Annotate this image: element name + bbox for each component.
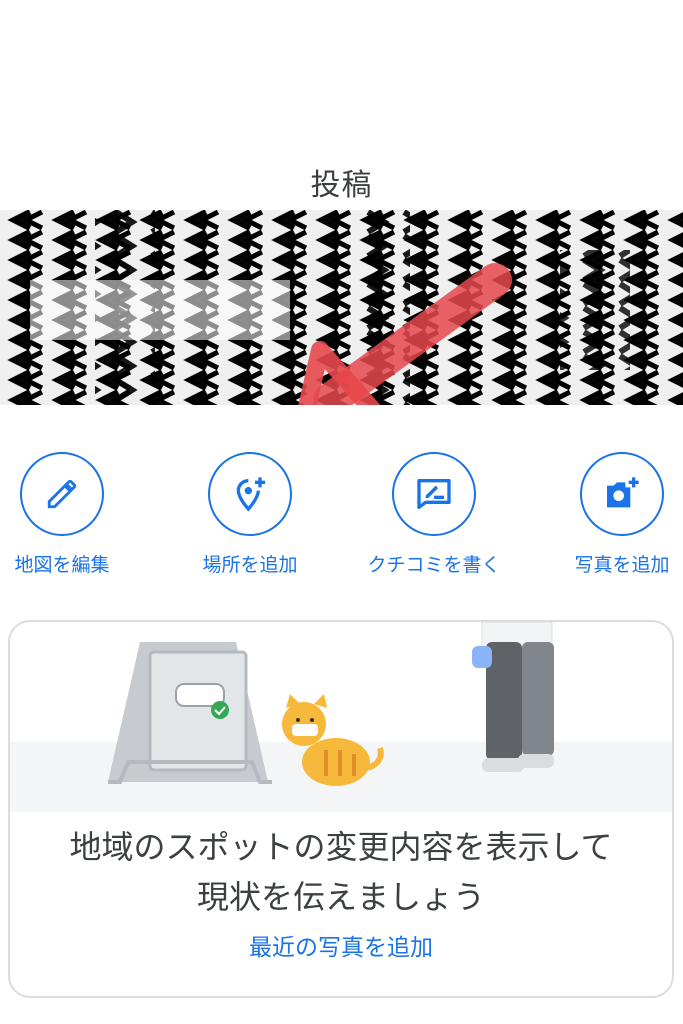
redacted-pattern-band bbox=[0, 210, 683, 405]
edit-map-button[interactable]: 地図を編集 bbox=[0, 452, 132, 577]
add-recent-photos-link[interactable]: 最近の写真を追加 bbox=[10, 928, 672, 962]
storefront-illustration bbox=[10, 622, 672, 812]
add-photo-label: 写真を追加 bbox=[574, 554, 670, 576]
add-location-icon bbox=[208, 452, 292, 536]
edit-map-label: 地図を編集 bbox=[14, 554, 110, 576]
add-photo-icon bbox=[580, 452, 664, 536]
action-row: 地図を編集 場所を追加 クチコミを書く 写真を追加 bbox=[0, 452, 683, 582]
message-line-2: 現状を伝えましょう bbox=[196, 878, 485, 916]
suggestion-message: 地域のスポットの変更内容を表示して 現状を伝えましょう bbox=[10, 822, 672, 922]
suggestion-card: 地域のスポットの変更内容を表示して 現状を伝えましょう 最近の写真を追加 bbox=[8, 620, 674, 998]
pencil-icon bbox=[20, 452, 104, 536]
write-review-label: クチコミを書く bbox=[367, 554, 501, 576]
write-review-button[interactable]: クチコミを書く bbox=[364, 452, 504, 577]
add-place-label: 場所を追加 bbox=[202, 554, 298, 576]
message-line-1: 地域のスポットの変更内容を表示して bbox=[69, 828, 613, 866]
write-review-icon bbox=[392, 452, 476, 536]
page-title: 投稿 bbox=[310, 168, 373, 203]
add-photo-button[interactable]: 写真を追加 bbox=[552, 452, 683, 577]
add-place-button[interactable]: 場所を追加 bbox=[180, 452, 320, 577]
